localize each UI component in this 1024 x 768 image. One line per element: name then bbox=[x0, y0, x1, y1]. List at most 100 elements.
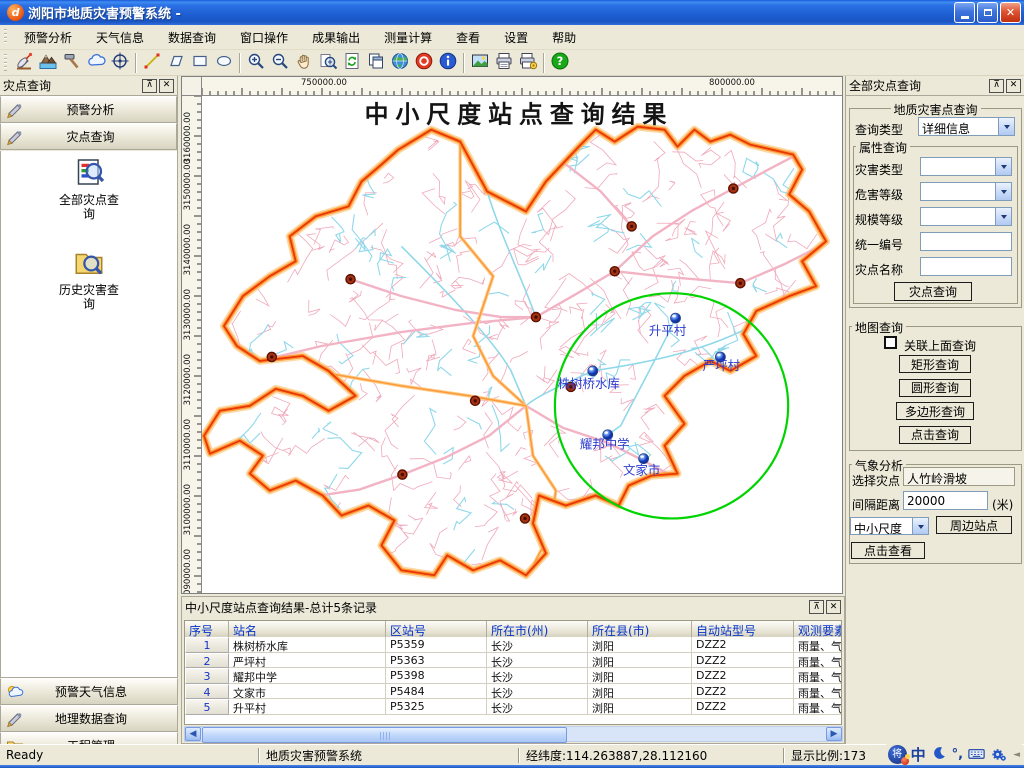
scroll-left-icon[interactable]: ◀ bbox=[185, 727, 201, 741]
menu-item-5[interactable]: 测量计算 bbox=[372, 26, 444, 49]
info-button[interactable] bbox=[436, 51, 460, 74]
disaster-point-marker[interactable] bbox=[736, 279, 745, 288]
chinese-mode-icon[interactable]: 中 bbox=[911, 744, 926, 765]
table-row[interactable]: 2严坪村P5363长沙浏阳DZZ2雨量、气 bbox=[185, 653, 841, 669]
zoom-page-button[interactable] bbox=[316, 51, 340, 74]
disaster-query-button[interactable]: 灾点查询 bbox=[894, 282, 972, 301]
close-icon[interactable]: ✕ bbox=[159, 79, 174, 93]
minimize-button[interactable] bbox=[954, 2, 975, 23]
sidebar-bottom-bar-0[interactable]: 预警天气信息 bbox=[0, 678, 178, 705]
help-button[interactable]: ? bbox=[548, 51, 572, 74]
chevron-down-icon[interactable] bbox=[995, 208, 1011, 225]
moon-icon[interactable] bbox=[930, 744, 948, 765]
image-export-button[interactable] bbox=[468, 51, 492, 74]
field-combo-0[interactable] bbox=[920, 157, 1012, 176]
zoom-out-button[interactable] bbox=[268, 51, 292, 74]
table-column-header-0[interactable]: 序号 bbox=[185, 621, 229, 637]
pin-icon[interactable]: ⊼ bbox=[142, 79, 157, 93]
table-row[interactable]: 5升平村P5325长沙浏阳DZZ2雨量、气 bbox=[185, 699, 841, 715]
chevron-down-icon[interactable] bbox=[995, 183, 1011, 200]
sidebar-bottom-bar-1[interactable]: 地理数据查询 bbox=[0, 705, 178, 732]
disaster-point-marker[interactable] bbox=[471, 396, 480, 405]
pin-icon[interactable]: ⊼ bbox=[989, 79, 1004, 93]
close-icon[interactable]: ✕ bbox=[826, 600, 841, 614]
chevron-down-icon[interactable] bbox=[995, 158, 1011, 175]
zoom-in-button[interactable] bbox=[244, 51, 268, 74]
satellite-button[interactable] bbox=[12, 51, 36, 74]
globe-button[interactable] bbox=[388, 51, 412, 74]
menu-item-2[interactable]: 数据查询 bbox=[156, 26, 228, 49]
map-query-button-2[interactable]: 多边形查询 bbox=[896, 402, 974, 420]
table-column-header-2[interactable]: 区站号 bbox=[386, 621, 487, 637]
ime-badge-icon[interactable]: 将 bbox=[888, 745, 907, 764]
print-button[interactable] bbox=[492, 51, 516, 74]
map-canvas[interactable]: 升平村严坪村株树桥水库耀邦中学文家市中小尺度站点查询结果 bbox=[202, 96, 842, 593]
keyboard-icon[interactable] bbox=[967, 744, 986, 766]
link-query-checkbox[interactable] bbox=[884, 336, 897, 349]
disaster-point-marker[interactable] bbox=[267, 352, 276, 361]
map-query-button-0[interactable]: 矩形查询 bbox=[899, 355, 971, 373]
disaster-point-marker[interactable] bbox=[610, 267, 619, 276]
map-query-button-1[interactable]: 圆形查询 bbox=[899, 379, 971, 397]
crosshair-button[interactable] bbox=[108, 51, 132, 74]
hammer-button[interactable] bbox=[60, 51, 84, 74]
table-row[interactable]: 4文家市P5484长沙浏阳DZZ2雨量、气 bbox=[185, 684, 841, 700]
cloud-button[interactable] bbox=[84, 51, 108, 74]
menu-item-1[interactable]: 天气信息 bbox=[84, 26, 156, 49]
distance-input[interactable]: 20000 bbox=[903, 491, 988, 510]
sidebar-item-0[interactable]: 全部灾点查询 bbox=[1, 157, 177, 221]
disaster-point-marker[interactable] bbox=[398, 470, 407, 479]
table-horizontal-scrollbar[interactable]: ◀ ▶ bbox=[184, 726, 843, 742]
field-combo-1[interactable] bbox=[920, 182, 1012, 201]
close-icon[interactable]: ✕ bbox=[1006, 79, 1021, 93]
menu-item-7[interactable]: 设置 bbox=[492, 26, 540, 49]
map-query-button-3[interactable]: 点击查询 bbox=[899, 426, 971, 444]
field-combo-2[interactable] bbox=[920, 207, 1012, 226]
stop-button[interactable] bbox=[412, 51, 436, 74]
menu-item-3[interactable]: 窗口操作 bbox=[228, 26, 300, 49]
table-column-header-3[interactable]: 所在市(州) bbox=[487, 621, 588, 637]
field-input-3[interactable] bbox=[920, 232, 1012, 251]
table-column-header-4[interactable]: 所在县(市) bbox=[588, 621, 692, 637]
polygon-tool-button[interactable] bbox=[164, 51, 188, 74]
ellipse-tool-button[interactable] bbox=[212, 51, 236, 74]
restore-button[interactable] bbox=[977, 2, 998, 23]
disaster-point-marker[interactable] bbox=[520, 514, 529, 523]
scrollbar-thumb[interactable] bbox=[202, 727, 567, 743]
menu-item-6[interactable]: 查看 bbox=[444, 26, 492, 49]
table-row[interactable]: 3耀邦中学P5398长沙浏阳DZZ2雨量、气 bbox=[185, 668, 841, 684]
table-row[interactable]: 1株树桥水库P5359长沙浏阳DZZ2雨量、气 bbox=[185, 637, 841, 653]
disaster-point-marker[interactable] bbox=[627, 222, 636, 231]
query-type-combo[interactable]: 详细信息 bbox=[918, 117, 1015, 136]
punctuation-icon[interactable]: °, bbox=[952, 747, 963, 762]
sidebar-item-1[interactable]: 历史灾害查询 bbox=[1, 247, 177, 311]
table-column-header-6[interactable]: 观测要素 bbox=[794, 621, 842, 637]
line-tool-button[interactable] bbox=[140, 51, 164, 74]
print-setup-button[interactable] bbox=[516, 51, 540, 74]
sidebar-bar-1[interactable]: 灾点查询 bbox=[0, 123, 177, 150]
disaster-point-marker[interactable] bbox=[346, 275, 355, 284]
disaster-point-marker[interactable] bbox=[531, 313, 540, 322]
chevron-down-icon[interactable] bbox=[912, 518, 928, 534]
table-column-header-1[interactable]: 站名 bbox=[229, 621, 386, 637]
click-view-button[interactable]: 点击查看 bbox=[851, 542, 925, 559]
rect-tool-button[interactable] bbox=[188, 51, 212, 74]
sidebar-bar-0[interactable]: 预警分析 bbox=[0, 96, 177, 123]
pin-icon[interactable]: ⊼ bbox=[809, 600, 824, 614]
refresh-page-button[interactable] bbox=[340, 51, 364, 74]
disaster-point-marker[interactable] bbox=[729, 184, 738, 193]
collapse-arrow-icon[interactable]: ◄ bbox=[1013, 750, 1020, 760]
mountain-button[interactable] bbox=[36, 51, 60, 74]
menu-item-4[interactable]: 成果输出 bbox=[300, 26, 372, 49]
pan-hand-button[interactable] bbox=[292, 51, 316, 74]
scale-combo[interactable]: 中小尺度 bbox=[850, 517, 929, 535]
copy-pages-button[interactable] bbox=[364, 51, 388, 74]
close-button[interactable]: ✕ bbox=[1000, 2, 1021, 23]
table-column-header-5[interactable]: 自动站型号 bbox=[692, 621, 794, 637]
field-input-4[interactable] bbox=[920, 257, 1012, 276]
menu-item-0[interactable]: 预警分析 bbox=[12, 26, 84, 49]
scroll-right-icon[interactable]: ▶ bbox=[826, 727, 842, 741]
menu-item-8[interactable]: 帮助 bbox=[540, 26, 588, 49]
chevron-down-icon[interactable] bbox=[998, 118, 1014, 135]
settings-gear-icon[interactable] bbox=[990, 744, 1009, 766]
